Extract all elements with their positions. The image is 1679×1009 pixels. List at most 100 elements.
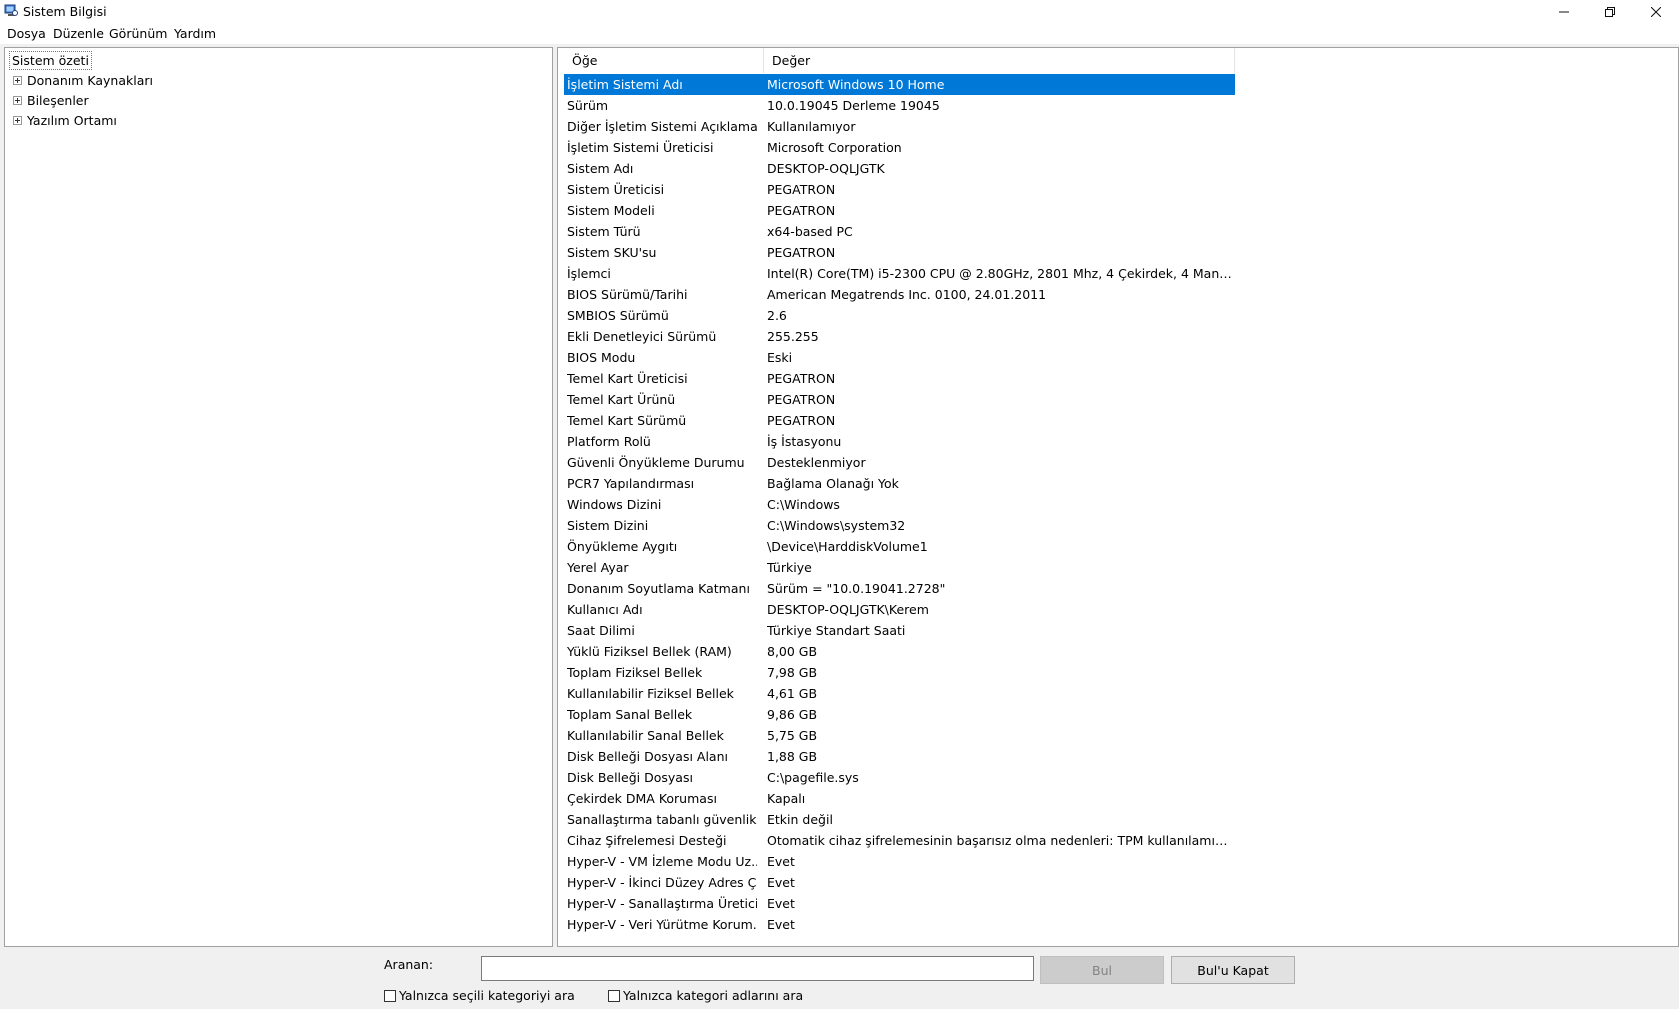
table-row[interactable]: Yüklü Fiziksel Bellek (RAM) 8,00 GB (564, 641, 1235, 662)
find-button[interactable]: Bul (1040, 956, 1164, 984)
menu-view[interactable]: Görünüm (109, 26, 167, 41)
table-row[interactable]: Saat Dilimi Türkiye Standart Saati (564, 620, 1235, 641)
row-item: Sistem Türü (567, 224, 641, 239)
table-row[interactable]: Sürüm 10.0.19045 Derleme 19045 (564, 95, 1235, 116)
tree-item-label: Donanım Kaynakları (27, 72, 154, 88)
row-item: Hyper-V - Sanallaştırma Üretici ... (567, 896, 757, 911)
table-row[interactable]: Yerel Ayar Türkiye (564, 557, 1235, 578)
table-row[interactable]: Hyper-V - Veri Yürütme Korum... Evet (564, 914, 1235, 935)
table-row[interactable]: Temel Kart Ürünü PEGATRON (564, 389, 1235, 410)
row-item: Güvenli Önyükleme Durumu (567, 455, 745, 470)
table-row[interactable]: İşlemci Intel(R) Core(TM) i5-2300 CPU @ 2… (564, 263, 1235, 284)
table-row[interactable]: Disk Belleği Dosyası Alanı 1,88 GB (564, 746, 1235, 767)
table-row[interactable]: Windows Dizini C:\Windows (564, 494, 1235, 515)
table-row[interactable]: PCR7 Yapılandırması Bağlama Olanağı Yok (564, 473, 1235, 494)
row-item: Disk Belleği Dosyası Alanı (567, 749, 728, 764)
row-value: PEGATRON (767, 392, 836, 407)
menu-file[interactable]: Dosya (7, 26, 46, 41)
details-list[interactable]: Öğe Değer İşletim Sistemi Adı Microsoft W… (557, 47, 1679, 947)
table-row[interactable]: Güvenli Önyükleme Durumu Desteklenmiyor (564, 452, 1235, 473)
expand-icon[interactable] (13, 115, 22, 125)
tree-item-components[interactable]: Bileşenler (13, 91, 89, 109)
table-row[interactable]: Sistem Üreticisi PEGATRON (564, 179, 1235, 200)
menu-bar: Dosya Düzenle Görünüm Yardım (0, 24, 1679, 44)
column-header-item[interactable]: Öğe (564, 48, 764, 73)
table-row[interactable]: Temel Kart Üreticisi PEGATRON (564, 368, 1235, 389)
row-value: Evet (767, 896, 795, 911)
search-category-names-option[interactable]: Yalnızca kategori adlarını ara (608, 988, 803, 1003)
table-row[interactable]: Toplam Sanal Bellek 9,86 GB (564, 704, 1235, 725)
close-find-button[interactable]: Bul'u Kapat (1171, 956, 1295, 984)
row-value: 1,88 GB (767, 749, 818, 764)
row-value: 4,61 GB (767, 686, 818, 701)
close-button[interactable] (1633, 0, 1679, 24)
row-value: Türkiye (767, 560, 812, 575)
row-item: Diğer İşletim Sistemi Açıklaması (567, 119, 757, 134)
tree-item-hardware-resources[interactable]: Donanım Kaynakları (13, 71, 153, 89)
row-item: İşlemci (567, 266, 611, 281)
search-selected-category-option[interactable]: Yalnızca seçili kategoriyi ara (384, 988, 575, 1003)
restore-button[interactable] (1587, 0, 1633, 24)
row-value: PEGATRON (767, 245, 836, 260)
table-row[interactable]: Donanım Soyutlama Katmanı Sürüm = "10.0.1… (564, 578, 1235, 599)
row-item: Sürüm (567, 98, 609, 113)
table-row[interactable]: BIOS Modu Eski (564, 347, 1235, 368)
table-row[interactable]: Temel Kart Sürümü PEGATRON (564, 410, 1235, 431)
table-row[interactable]: SMBIOS Sürümü 2.6 (564, 305, 1235, 326)
row-value: Bağlama Olanağı Yok (767, 476, 899, 491)
row-item: Kullanılabilir Sanal Bellek (567, 728, 724, 743)
category-tree[interactable]: Sistem özeti Donanım Kaynakları Bileşenl… (4, 47, 553, 947)
table-row[interactable]: İşletim Sistemi Üreticisi Microsoft Corpo… (564, 137, 1235, 158)
row-item: Sistem Modeli (567, 203, 655, 218)
table-row[interactable]: Sanallaştırma tabanlı güvenlik Etkin deği… (564, 809, 1235, 830)
row-value: Desteklenmiyor (767, 455, 866, 470)
column-header-value[interactable]: Değer (764, 48, 1235, 73)
search-input[interactable] (481, 956, 1034, 981)
row-item: Windows Dizini (567, 497, 662, 512)
row-value: Otomatik cihaz şifrelemesinin başarısız … (767, 833, 1232, 848)
table-row[interactable]: Sistem Modeli PEGATRON (564, 200, 1235, 221)
menu-edit[interactable]: Düzenle (53, 26, 104, 41)
row-item: Önyükleme Aygıtı (567, 539, 678, 554)
window-title: Sistem Bilgisi (23, 4, 107, 19)
table-row[interactable]: Ekli Denetleyici Sürümü 255.255 (564, 326, 1235, 347)
menu-help[interactable]: Yardım (174, 26, 216, 41)
expand-icon[interactable] (13, 95, 22, 105)
table-row[interactable]: Önyükleme Aygıtı \Device\HarddiskVolume1 (564, 536, 1235, 557)
table-row[interactable]: Hyper-V - Sanallaştırma Üretici ... Evet (564, 893, 1235, 914)
row-value: Intel(R) Core(TM) i5-2300 CPU @ 2.80GHz,… (767, 266, 1232, 281)
search-category-names-checkbox[interactable] (608, 989, 620, 1002)
tree-item-software-environment[interactable]: Yazılım Ortamı (13, 111, 117, 129)
table-row[interactable]: Diğer İşletim Sistemi Açıklaması Kullanıl… (564, 116, 1235, 137)
row-value: PEGATRON (767, 182, 836, 197)
row-item: SMBIOS Sürümü (567, 308, 669, 323)
table-row[interactable]: Sistem Adı DESKTOP-OQLJGTK (564, 158, 1235, 179)
row-value: İş İstasyonu (767, 434, 842, 449)
table-row[interactable]: Sistem Türü x64-based PC (564, 221, 1235, 242)
table-row[interactable]: İşletim Sistemi Adı Microsoft Windows 10 … (564, 74, 1235, 95)
table-row[interactable]: Kullanılabilir Sanal Bellek 5,75 GB (564, 725, 1235, 746)
table-row[interactable]: Sistem Dizini C:\Windows\system32 (564, 515, 1235, 536)
table-row[interactable]: Çekirdek DMA Koruması Kapalı (564, 788, 1235, 809)
table-row[interactable]: Toplam Fiziksel Bellek 7,98 GB (564, 662, 1235, 683)
row-item: Sistem Üreticisi (567, 182, 665, 197)
table-row[interactable]: Hyper-V - İkinci Düzey Adres Ç... Evet (564, 872, 1235, 893)
expand-icon[interactable] (13, 75, 22, 85)
row-item: Sistem Adı (567, 161, 634, 176)
table-row[interactable]: BIOS Sürümü/Tarihi American Megatrends In… (564, 284, 1235, 305)
row-value: 2.6 (767, 308, 787, 323)
minimize-button[interactable] (1541, 0, 1587, 24)
table-row[interactable]: Hyper-V - VM İzleme Modu Uz... Evet (564, 851, 1235, 872)
table-row[interactable]: Disk Belleği Dosyası C:\pagefile.sys (564, 767, 1235, 788)
search-selected-category-checkbox[interactable] (384, 989, 396, 1002)
tree-item-system-summary[interactable]: Sistem özeti (9, 51, 92, 70)
row-value: \Device\HarddiskVolume1 (767, 539, 928, 554)
table-row[interactable]: Kullanıcı Adı DESKTOP-OQLJGTK\Kerem (564, 599, 1235, 620)
table-row[interactable]: Kullanılabilir Fiziksel Bellek 4,61 GB (564, 683, 1235, 704)
row-item: Hyper-V - İkinci Düzey Adres Ç... (567, 875, 757, 890)
table-row[interactable]: Cihaz Şifrelemesi Desteği Otomatik cihaz … (564, 830, 1235, 851)
row-value: DESKTOP-OQLJGTK (767, 161, 885, 176)
table-row[interactable]: Sistem SKU'su PEGATRON (564, 242, 1235, 263)
row-item: Temel Kart Üreticisi (567, 371, 688, 386)
table-row[interactable]: Platform Rolü İş İstasyonu (564, 431, 1235, 452)
